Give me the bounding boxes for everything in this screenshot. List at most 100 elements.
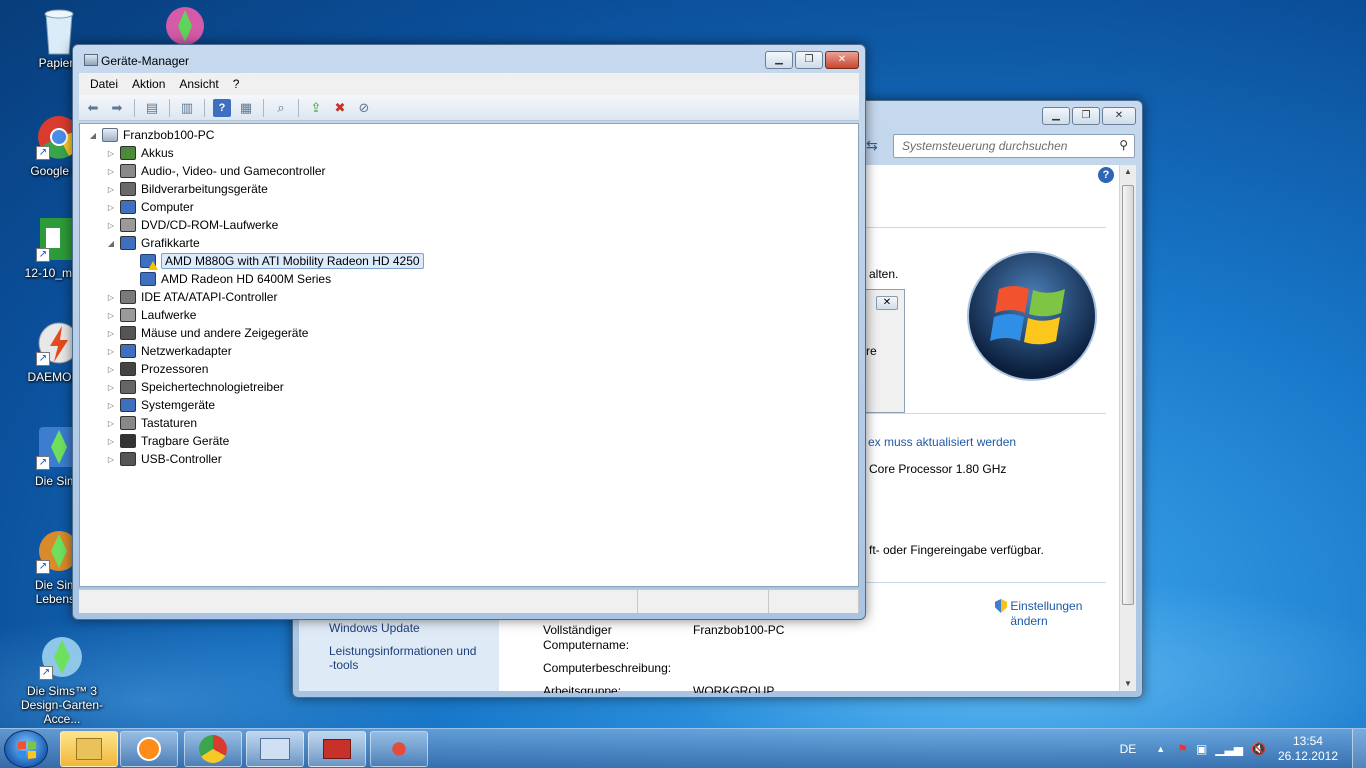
close-icon[interactable]: ✕: [876, 296, 898, 310]
tree-category[interactable]: ▷ Computer: [106, 198, 194, 216]
expand-icon[interactable]: ▷: [106, 293, 116, 302]
tree-category-label: Audio-, Video- und Gamecontroller: [141, 164, 326, 178]
shortcut-arrow-icon: ↗: [36, 146, 50, 160]
menu-bar: Datei Aktion Ansicht ?: [79, 73, 859, 95]
expand-icon[interactable]: ▷: [106, 365, 116, 374]
tree-root[interactable]: ◢ Franzbob100-PC: [88, 126, 214, 144]
forward-icon[interactable]: ➡: [108, 99, 126, 117]
device-category-icon: [120, 182, 136, 196]
taskbar-control-panel[interactable]: [246, 731, 304, 767]
expand-icon[interactable]: ▷: [106, 437, 116, 446]
collapse-icon[interactable]: ◢: [106, 239, 116, 248]
tree-category[interactable]: ▷ Mäuse und andere Zeigegeräte: [106, 324, 308, 342]
scroll-down-icon[interactable]: ▼: [1120, 677, 1136, 691]
tree-category[interactable]: ▷ DVD/CD-ROM-Laufwerke: [106, 216, 278, 234]
action-pane-icon[interactable]: ▦: [237, 99, 255, 117]
back-icon[interactable]: ⬅: [84, 99, 102, 117]
tree-category-label: DVD/CD-ROM-Laufwerke: [141, 218, 279, 232]
divider: [859, 227, 1106, 228]
scroll-up-icon[interactable]: ▲: [1120, 165, 1136, 179]
action-center-icon[interactable]: ⚑: [1177, 742, 1188, 756]
expand-icon[interactable]: ▷: [106, 311, 116, 320]
windows-update-link[interactable]: Windows Update: [329, 621, 420, 635]
maximize-button[interactable]: ❐: [795, 51, 823, 69]
scroll-thumb[interactable]: [1122, 185, 1134, 605]
tree-category[interactable]: ▷ Systemgeräte: [106, 396, 215, 414]
collapse-icon[interactable]: ◢: [88, 131, 98, 140]
expand-icon[interactable]: ▷: [106, 149, 116, 158]
update-driver-icon[interactable]: ⇪: [307, 99, 325, 117]
tree-category[interactable]: ▷ Netzwerkadapter: [106, 342, 232, 360]
tree-category[interactable]: ▷ Audio-, Video- und Gamecontroller: [106, 162, 326, 180]
device-manager-window[interactable]: Geräte-Manager ▁ ❐ ✕ Datei Aktion Ansich…: [72, 44, 866, 620]
disable-device-icon[interactable]: ⊘: [355, 99, 373, 117]
close-button[interactable]: ✕: [825, 51, 859, 69]
expand-icon[interactable]: ▷: [106, 347, 116, 356]
volume-muted-icon[interactable]: 🔇: [1251, 742, 1266, 756]
close-button[interactable]: ✕: [1102, 107, 1136, 125]
search-placeholder: Systemsteuerung durchsuchen: [902, 139, 1068, 153]
menu-ansicht[interactable]: Ansicht: [172, 77, 225, 91]
safely-remove-icon[interactable]: ▣: [1196, 742, 1207, 756]
device-manager-icon: [84, 54, 98, 66]
tree-category[interactable]: ▷ Tastaturen: [106, 414, 197, 432]
clock[interactable]: 13:54 26.12.2012: [1278, 734, 1338, 764]
show-desktop-button[interactable]: [1352, 729, 1366, 768]
taskbar-chrome[interactable]: [184, 731, 242, 767]
device-category-icon: [120, 290, 136, 304]
help-icon[interactable]: ?: [1098, 167, 1114, 183]
tree-category[interactable]: ▷ Prozessoren: [106, 360, 208, 378]
menu-datei[interactable]: Datei: [83, 77, 125, 91]
tree-category[interactable]: ▷ Tragbare Geräte: [106, 432, 229, 450]
taskbar-media-player[interactable]: [120, 731, 178, 767]
expand-icon[interactable]: ▷: [106, 203, 116, 212]
tree-category[interactable]: ◢ Grafikkarte: [106, 234, 200, 252]
tree-category-label: Mäuse und andere Zeigegeräte: [141, 326, 309, 340]
expand-icon[interactable]: ▷: [106, 167, 116, 176]
index-update-link[interactable]: ex muss aktualisiert werden: [868, 435, 1016, 449]
menu-aktion[interactable]: Aktion: [125, 77, 172, 91]
tree-category[interactable]: ▷ IDE ATA/ATAPI-Controller: [106, 288, 277, 306]
uninstall-icon[interactable]: ✖: [331, 99, 349, 117]
taskbar-network-app[interactable]: [370, 731, 428, 767]
help-icon[interactable]: ?: [213, 98, 231, 117]
desktop-icon-sims3-design[interactable]: ↗ Die Sims™ 3 Design-Garten-Acce...: [4, 634, 120, 726]
minimize-button[interactable]: ▁: [765, 51, 793, 69]
tree-category[interactable]: ▷ Laufwerke: [106, 306, 196, 324]
expand-icon[interactable]: ▷: [106, 419, 116, 428]
hidden-dialog[interactable]: ✕ re: [862, 289, 905, 413]
vertical-scrollbar[interactable]: ▲ ▼: [1119, 165, 1136, 691]
shortcut-arrow-icon: ↗: [36, 352, 50, 366]
properties-icon[interactable]: ▥: [178, 99, 196, 117]
taskbar-explorer[interactable]: [60, 731, 118, 767]
tree-category[interactable]: ▷ USB-Controller: [106, 450, 222, 468]
tree-category[interactable]: ▷ Akkus: [106, 144, 174, 162]
search-icon[interactable]: ⚲: [1119, 138, 1128, 152]
menu-help[interactable]: ?: [226, 77, 247, 91]
taskbar-device-manager[interactable]: [308, 731, 366, 767]
tree-category[interactable]: ▷ Speichertechnologietreiber: [106, 378, 284, 396]
show-hidden-icons-icon[interactable]: ▲: [1156, 744, 1165, 754]
expand-icon[interactable]: ▷: [106, 329, 116, 338]
show-hide-console-tree-icon[interactable]: ▤: [143, 99, 161, 117]
language-indicator[interactable]: DE: [1120, 742, 1137, 756]
tree-category[interactable]: ▷ Bildverarbeitungsgeräte: [106, 180, 268, 198]
expand-icon[interactable]: ▷: [106, 383, 116, 392]
refresh-icon[interactable]: ⇆: [866, 137, 886, 157]
scan-hardware-icon[interactable]: ⌕: [272, 99, 290, 117]
minimize-button[interactable]: ▁: [1042, 107, 1070, 125]
text-fragment: alten.: [869, 267, 899, 281]
start-button[interactable]: [4, 730, 48, 768]
maximize-button[interactable]: ❐: [1072, 107, 1100, 125]
search-input[interactable]: Systemsteuerung durchsuchen ⚲: [893, 134, 1135, 158]
expand-icon[interactable]: ▷: [106, 401, 116, 410]
expand-icon[interactable]: ▷: [106, 221, 116, 230]
expand-icon[interactable]: ▷: [106, 185, 116, 194]
change-settings-link[interactable]: Einstellungen ändern: [995, 599, 1082, 629]
network-signal-icon[interactable]: ▁▃▅: [1215, 742, 1243, 756]
expand-icon[interactable]: ▷: [106, 455, 116, 464]
tree-device[interactable]: AMD M880G with ATI Mobility Radeon HD 42…: [140, 252, 424, 270]
device-tree[interactable]: ◢ Franzbob100-PC ▷ Akkus ▷ Audio-, Video- u…: [79, 123, 859, 587]
performance-info-link[interactable]: Leistungsinformationen und -tools: [329, 644, 476, 672]
tree-device[interactable]: AMD Radeon HD 6400M Series: [140, 270, 331, 288]
